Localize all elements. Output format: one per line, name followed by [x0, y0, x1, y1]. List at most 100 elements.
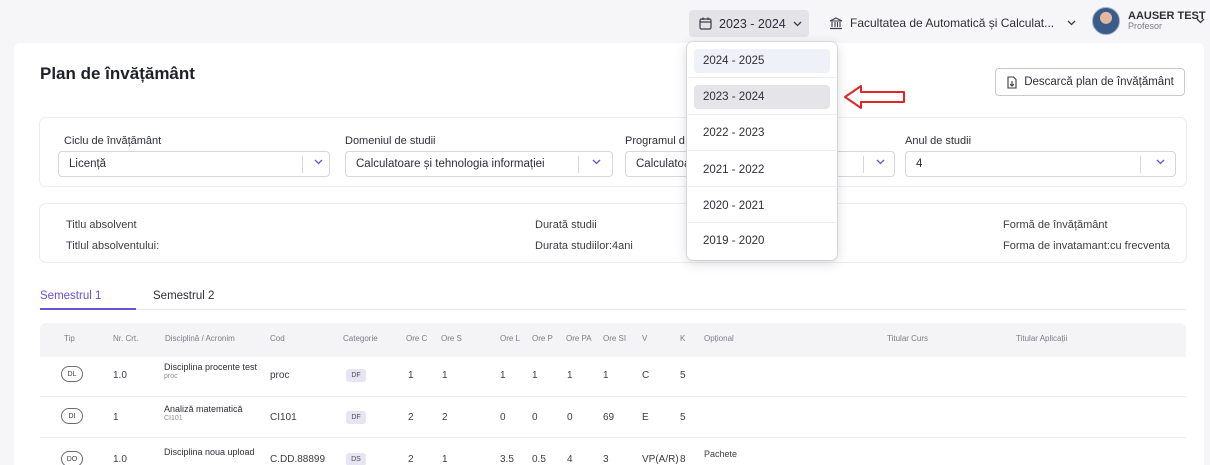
cell-ore-p: 0.5 [532, 454, 546, 465]
faculty-name: Facultatea de Automatică și Calculat... [850, 16, 1055, 30]
cell-cod: CI101 [270, 412, 297, 423]
select-divider [863, 156, 864, 173]
dropdown-divider [688, 222, 836, 223]
cell-v: VP(A/R) [642, 454, 679, 465]
chevron-down-icon [793, 21, 802, 26]
tab-divider [40, 309, 1186, 310]
page-title: Plan de învățământ [40, 64, 195, 83]
tab-semestrul-2[interactable]: Semestrul 2 [153, 290, 214, 302]
cell-k: 8 [680, 454, 686, 465]
col-header-ore-l: Ore L [500, 334, 521, 343]
cell-disciplina[interactable]: Disciplina procente test proc [164, 362, 257, 382]
an-select[interactable]: 4 [905, 151, 1176, 177]
cell-ore-l: 0 [500, 412, 506, 423]
category-badge: DS [346, 453, 366, 465]
top-bar: 2023 - 2024 Facultatea de Automatică și … [0, 0, 1210, 38]
cell-nr: 1.0 [113, 454, 127, 465]
ciclu-select[interactable]: Licență [58, 151, 330, 177]
col-header-v: V [642, 334, 648, 343]
tip-badge: DI [61, 408, 83, 424]
chevron-down-icon [876, 159, 885, 165]
select-divider [578, 156, 579, 173]
faculty-select[interactable]: Facultatea de Automatică și Calculat... [829, 12, 1076, 34]
durata-value: Durata studiilor:4ani [535, 240, 633, 252]
durata-label: Durată studii [535, 219, 597, 231]
dropdown-divider [688, 77, 836, 78]
academic-year-select[interactable]: 2023 - 2024 [689, 10, 809, 37]
tab-semestrul-1[interactable]: Semestrul 1 [40, 290, 101, 302]
year-option-2020-2021[interactable]: 2020 - 2021 [694, 194, 830, 218]
forma-label: Formă de învățământ [1003, 219, 1108, 231]
titlu-label: Titlu absolvent [66, 219, 137, 231]
year-option-2021-2022[interactable]: 2021 - 2022 [694, 158, 830, 182]
cell-ore-l: 1 [500, 370, 506, 381]
domeniu-select[interactable]: Calculatoare și tehnologia informației [345, 151, 613, 177]
dropdown-divider [688, 150, 836, 151]
institution-icon [829, 16, 843, 29]
disciplina-name: Disciplina noua upload [164, 447, 255, 457]
tip-badge: DL [61, 366, 83, 382]
select-divider [1140, 156, 1141, 173]
cell-disciplina[interactable]: Disciplina noua upload [164, 447, 255, 458]
cell-ore-pa: 4 [567, 454, 573, 465]
cell-ore-pa: 0 [567, 412, 573, 423]
cell-ore-p: 0 [532, 412, 538, 423]
cell-k: 5 [680, 412, 686, 423]
academic-year-value: 2023 - 2024 [719, 16, 786, 31]
chevron-down-icon [314, 159, 323, 165]
col-header-k: K [680, 334, 686, 343]
download-plan-button[interactable]: Descarcă plan de învățământ [995, 68, 1185, 96]
domeniu-label: Domeniul de studii [345, 135, 436, 147]
cell-ore-l: 3.5 [500, 454, 514, 465]
user-menu[interactable]: AAUSER TEST Profesor [1092, 7, 1206, 35]
col-header-optional: Opțional [704, 334, 734, 343]
ciclu-value: Licență [69, 158, 107, 170]
cell-ore-si: 1 [603, 370, 609, 381]
academic-year-dropdown: 2024 - 2025 2023 - 2024 2022 - 2023 2021… [687, 42, 837, 260]
cell-v: E [642, 412, 649, 423]
col-header-disciplina: Disciplină / Acronim [165, 334, 235, 343]
forma-value: Forma de invatamant:cu frecventa [1003, 240, 1170, 252]
cell-cod: C.DD.88899 [270, 454, 326, 465]
year-option-2019-2020[interactable]: 2019 - 2020 [694, 229, 830, 253]
col-header-ore-c: Ore C [406, 334, 428, 343]
info-panel [40, 204, 1186, 262]
cell-ore-c: 2 [408, 412, 414, 423]
disciplina-acronim: proc [164, 373, 178, 381]
col-header-cod: Cod [270, 334, 285, 343]
annotation-arrow-icon [844, 85, 905, 109]
select-divider [302, 156, 303, 173]
an-value: 4 [916, 158, 923, 170]
cell-ore-c: 2 [408, 454, 414, 465]
dropdown-divider [688, 114, 836, 115]
col-header-ore-p: Ore P [532, 334, 553, 343]
ciclu-label: Ciclu de învățământ [64, 135, 162, 147]
avatar [1092, 7, 1120, 35]
col-header-ore-s: Ore S [441, 334, 462, 343]
cell-optional: Pachete [704, 449, 738, 459]
calendar-icon [699, 17, 712, 30]
year-option-2024-2025[interactable]: 2024 - 2025 [694, 49, 830, 73]
year-option-2022-2023[interactable]: 2022 - 2023 [694, 121, 830, 145]
program-value: Calculatoa [636, 158, 691, 170]
disciplina-name: Disciplina procente test [164, 362, 258, 372]
year-option-2023-2024[interactable]: 2023 - 2024 [694, 85, 830, 109]
chevron-down-icon [1067, 20, 1076, 26]
tip-badge: DO [61, 451, 83, 465]
cell-ore-si: 3 [603, 454, 609, 465]
col-header-tip: Tip [64, 334, 75, 343]
chevron-down-icon[interactable] [1196, 18, 1205, 24]
active-tab-indicator [40, 308, 136, 310]
col-header-categorie: Categorie [343, 334, 378, 343]
cell-ore-s: 1 [442, 454, 448, 465]
category-badge: DF [346, 369, 366, 382]
download-plan-label: Descarcă plan de învățământ [1024, 76, 1174, 88]
cell-disciplina[interactable]: Analiză matematică CI101 [164, 404, 243, 424]
disciplina-acronim: CI101 [164, 415, 183, 423]
col-header-titular-curs: Titular Curs [887, 334, 929, 343]
category-badge: DF [346, 411, 366, 424]
cell-nr: 1 [113, 412, 119, 423]
cell-cod: proc [270, 370, 290, 381]
program-label: Programul d [625, 135, 685, 147]
download-file-icon [1007, 75, 1017, 89]
